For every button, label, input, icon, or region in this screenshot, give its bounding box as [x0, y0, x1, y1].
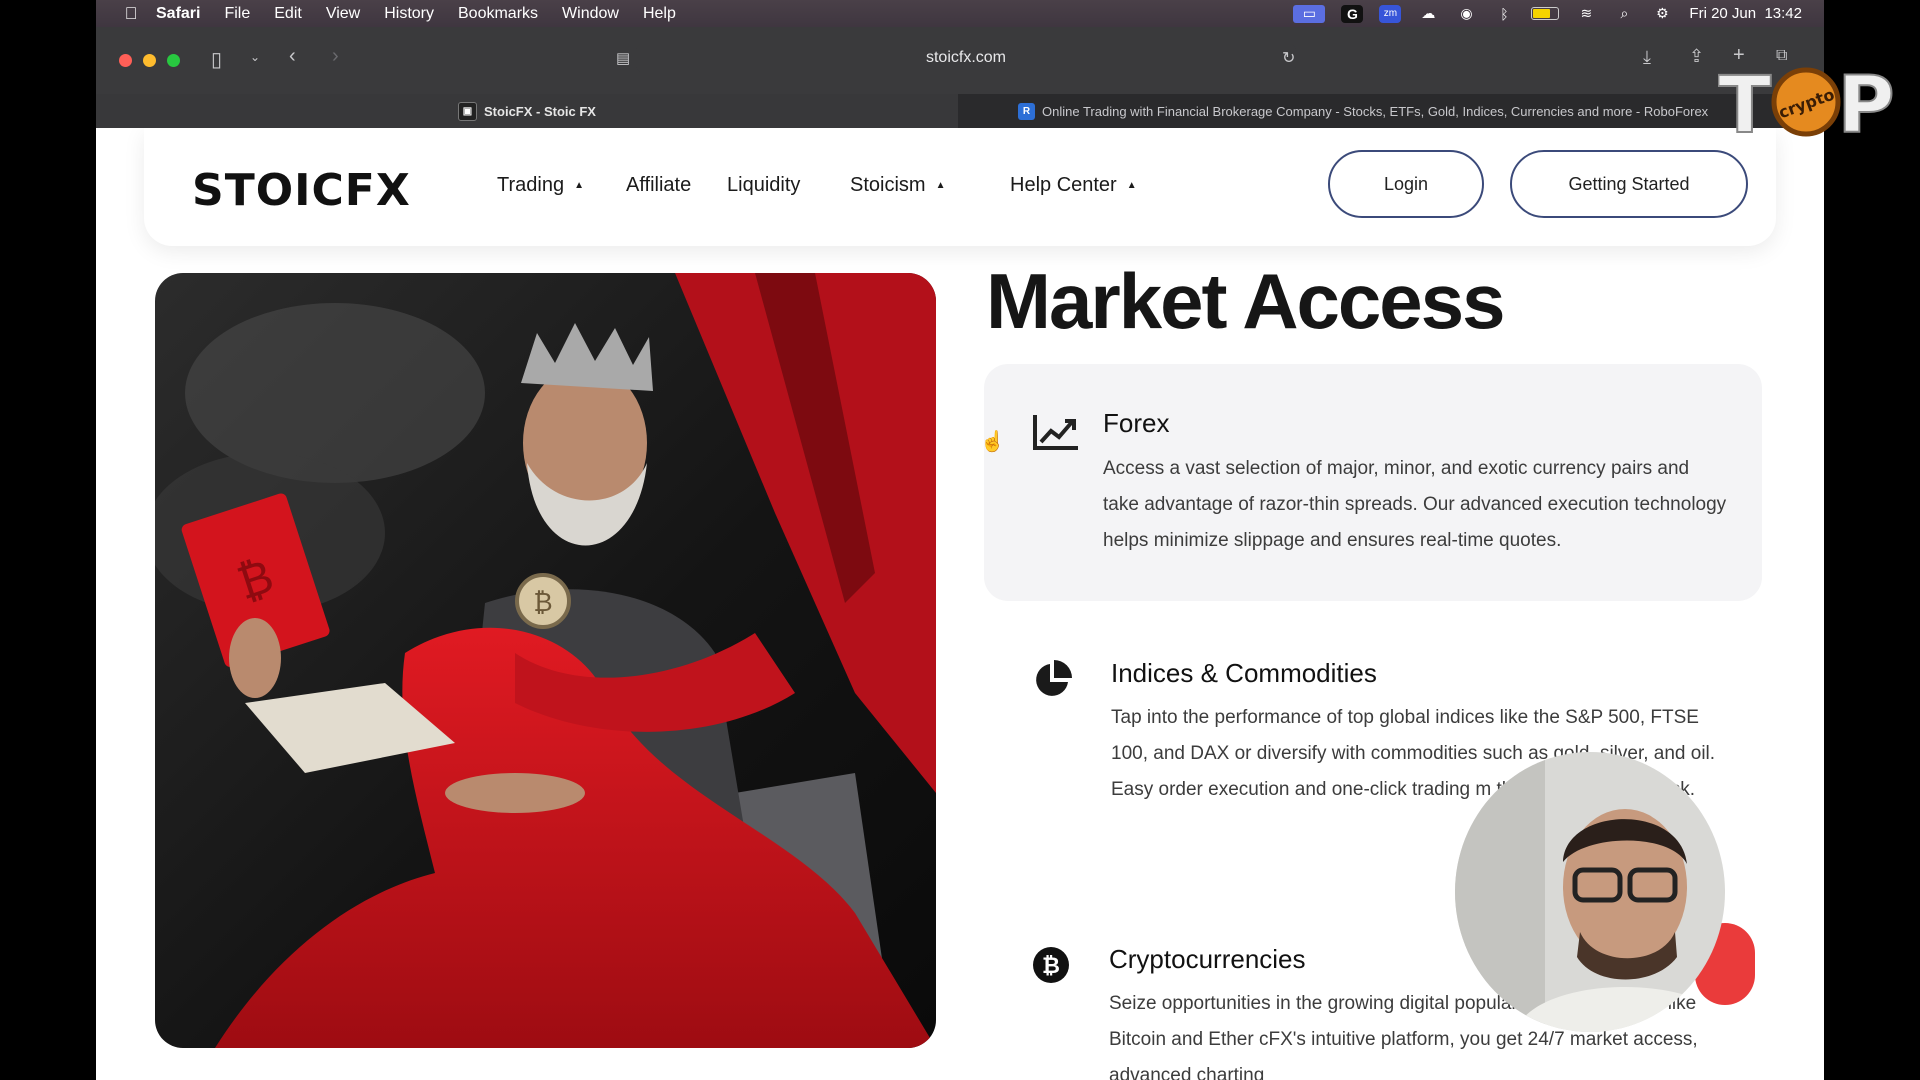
- menu-app-name[interactable]: Safari: [156, 5, 200, 23]
- forex-title: Forex: [1103, 408, 1170, 438]
- menu-file[interactable]: File: [224, 5, 250, 23]
- reader-mode-icon[interactable]: ▤: [616, 49, 630, 67]
- chevron-down-icon[interactable]: ⌄: [250, 50, 260, 64]
- nav-label: Trading: [497, 174, 565, 196]
- tab-title: Online Trading with Financial Brokerage …: [1042, 103, 1709, 119]
- webcam-overlay: [1455, 752, 1725, 1032]
- menu-edit[interactable]: Edit: [274, 5, 302, 23]
- nav-label: Affiliate: [626, 174, 692, 196]
- nav-liquidity[interactable]: Liquidity: [727, 174, 800, 197]
- indices-title: Indices & Commodities: [1111, 658, 1377, 688]
- bitcoin-icon: ₿: [1032, 946, 1070, 989]
- nav-stoicism[interactable]: Stoicism ▲: [850, 174, 945, 197]
- control-center-icon[interactable]: ⚙: [1651, 5, 1673, 23]
- tab-bar: ▣ StoicFX - Stoic FX R Online Trading wi…: [96, 94, 1824, 128]
- caret-up-icon: ▲: [935, 180, 946, 192]
- menubar-clock[interactable]: Fri 20 Jun 13:42: [1689, 5, 1802, 22]
- nav-affiliate[interactable]: Affiliate: [626, 174, 691, 197]
- nav-label: Help Center: [1010, 174, 1117, 196]
- hand-cursor-icon: ☝: [980, 431, 1005, 453]
- presenter-video: [1455, 752, 1725, 1032]
- macos-menubar:  Safari File Edit View History Bookmark…: [96, 0, 1824, 27]
- share-icon[interactable]: ⇪: [1689, 46, 1704, 67]
- nav-help-center[interactable]: Help Center ▲: [1010, 174, 1137, 197]
- battery-icon[interactable]: [1531, 7, 1560, 20]
- downloads-icon[interactable]: ⤓: [1643, 47, 1651, 68]
- getting-started-button[interactable]: Getting Started: [1510, 150, 1748, 218]
- nav-trading[interactable]: Trading ▲: [497, 174, 584, 197]
- airdrop-icon[interactable]: ◉: [1455, 5, 1477, 23]
- stoicfx-logo[interactable]: STOICFX: [192, 165, 411, 216]
- grammarly-icon[interactable]: G: [1341, 4, 1364, 23]
- spotlight-search-icon[interactable]: ⌕: [1613, 5, 1635, 23]
- wifi-icon[interactable]: ≋: [1575, 5, 1597, 23]
- status-area: ▭ G zm ☁ ◉ ᛒ ≋ ⌕ ⚙ Fri 20 Jun 13:42: [1293, 0, 1802, 27]
- browser-toolbar: ▯ ⌄ ‹ › ▤ stoicfx.com ↻ ⤓ ⇪ + ⧉: [96, 27, 1824, 94]
- apple-icon[interactable]: : [120, 4, 142, 24]
- cloud-icon[interactable]: ☁: [1417, 5, 1439, 23]
- roboforex-favicon-icon: R: [1018, 102, 1035, 120]
- caret-up-icon: ▲: [574, 180, 584, 192]
- pie-chart-icon: [1032, 660, 1072, 705]
- svg-text:₿: ₿: [533, 588, 552, 618]
- top-crypto-badge: TOP crypto: [1717, 60, 1908, 152]
- svg-text:₿: ₿: [1042, 954, 1060, 979]
- tab-title: StoicFX - Stoic FX: [484, 103, 596, 119]
- minimize-window-button[interactable]: [143, 54, 156, 67]
- sidebar-toggle-icon[interactable]: ▯: [211, 47, 222, 72]
- screen-mirroring-icon[interactable]: ▭: [1293, 4, 1326, 23]
- nav-label: Stoicism: [850, 174, 926, 196]
- zoom-icon[interactable]: zm: [1379, 4, 1402, 23]
- menu-help[interactable]: Help: [643, 5, 676, 23]
- login-button[interactable]: Login: [1328, 150, 1484, 218]
- stoicfx-favicon-icon: ▣: [458, 101, 478, 121]
- address-bar[interactable]: stoicfx.com: [636, 43, 1296, 73]
- nav-label: Liquidity: [727, 174, 801, 196]
- forex-description: Access a vast selection of major, minor,…: [1103, 458, 1727, 551]
- stoic-emperor-image: ₿ ₿: [155, 273, 936, 1048]
- menu-view[interactable]: View: [326, 5, 360, 23]
- close-window-button[interactable]: [119, 54, 132, 67]
- tab-roboforex[interactable]: R Online Trading with Financial Brokerag…: [958, 94, 1824, 128]
- reload-icon[interactable]: ↻: [1282, 48, 1295, 68]
- caret-up-icon: ▲: [1126, 180, 1137, 192]
- menu-bookmarks[interactable]: Bookmarks: [458, 5, 538, 23]
- tab-stoicfx[interactable]: ▣ StoicFX - Stoic FX: [96, 94, 958, 128]
- menu-history[interactable]: History: [384, 5, 434, 23]
- back-button[interactable]: ‹: [289, 45, 296, 68]
- chart-line-icon: [1032, 412, 1080, 457]
- url-text[interactable]: stoicfx.com: [926, 49, 1006, 67]
- market-access-heading: Market Access: [986, 257, 1505, 345]
- site-header: STOICFX Trading ▲ Affiliate Liquidity Sto…: [144, 128, 1776, 246]
- bluetooth-icon[interactable]: ᛒ: [1493, 5, 1515, 23]
- maximize-window-button[interactable]: [167, 54, 180, 67]
- menu-window[interactable]: Window: [562, 5, 619, 23]
- forward-button[interactable]: ›: [332, 45, 339, 68]
- emperor-illustration: ₿ ₿: [155, 273, 936, 1048]
- crypto-title: Cryptocurrencies: [1109, 944, 1306, 974]
